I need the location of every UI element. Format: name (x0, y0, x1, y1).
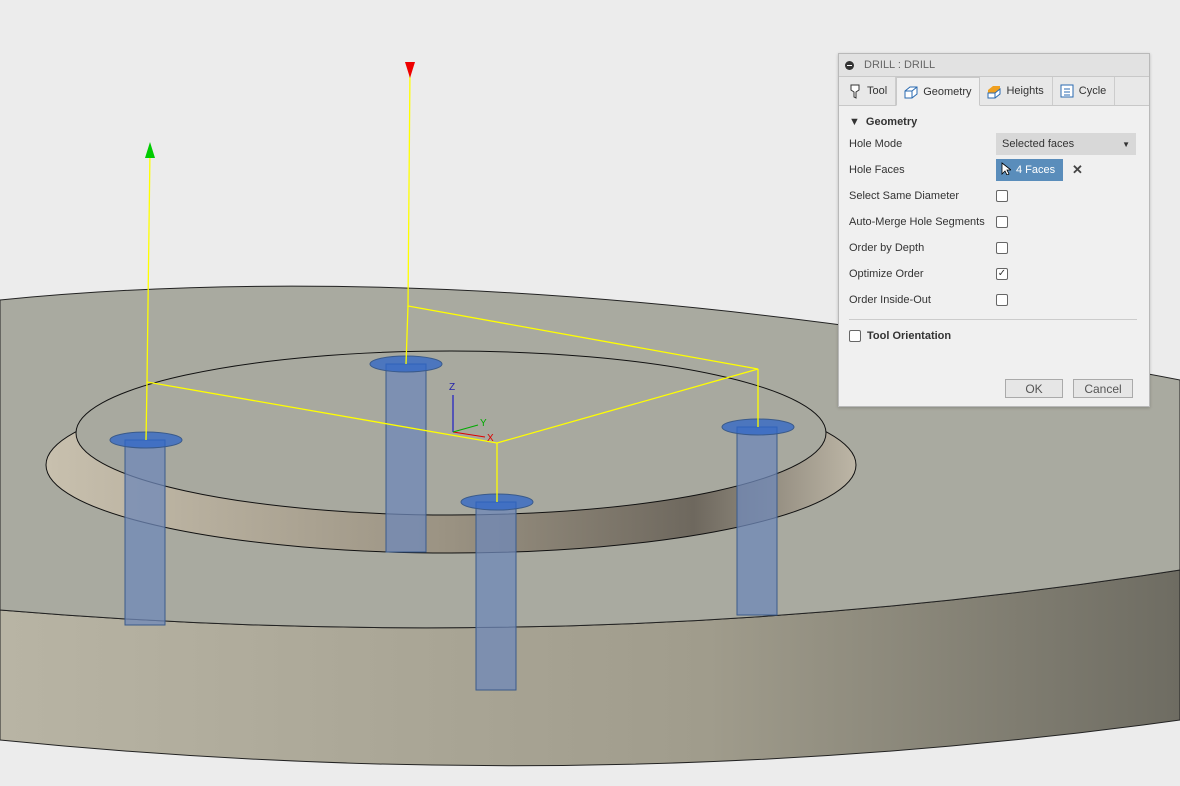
triangle-down-icon: ▼ (849, 116, 860, 128)
axis-z-label: Z (449, 382, 455, 393)
hole-mode-label: Hole Mode (849, 138, 903, 150)
tab-tool[interactable]: Tool (841, 77, 897, 105)
tool-icon (847, 83, 863, 99)
tool-orientation-label: Tool Orientation (867, 330, 952, 342)
option-row: Order Inside-Out (849, 287, 1139, 313)
tab-cycle[interactable]: Cycle (1053, 77, 1116, 105)
tab-heights[interactable]: Heights (980, 77, 1053, 105)
tool-start-marker (145, 142, 155, 158)
option-checkbox[interactable] (996, 216, 1008, 228)
option-row: Auto-Merge Hole Segments (849, 209, 1139, 235)
option-checkbox[interactable] (996, 294, 1008, 306)
hole-mode-select[interactable]: Selected faces ▼ (996, 133, 1136, 155)
collapse-icon[interactable] (845, 60, 854, 70)
geometry-icon (903, 84, 919, 100)
tool-orientation-checkbox[interactable] (849, 330, 861, 342)
option-checkbox[interactable]: ✓ (996, 268, 1008, 280)
option-row: Select Same Diameter (849, 183, 1139, 209)
option-row: Order by Depth (849, 235, 1139, 261)
axis-x-label: X (487, 433, 494, 444)
option-row: Optimize Order ✓ (849, 261, 1139, 287)
chevron-down-icon: ▼ (1122, 139, 1130, 149)
option-label: Auto-Merge Hole Segments (849, 216, 985, 228)
drill-dialog: DRILL : DRILL Tool Geometry Heights Cycl… (838, 53, 1150, 407)
option-label: Select Same Diameter (849, 190, 960, 202)
dialog-title-bar[interactable]: DRILL : DRILL (839, 54, 1149, 77)
cancel-button[interactable]: Cancel (1073, 379, 1133, 398)
hole-faces-label: Hole Faces (849, 164, 905, 176)
clear-selection-icon[interactable]: ✕ (1072, 162, 1083, 178)
option-checkbox[interactable] (996, 242, 1008, 254)
ok-button[interactable]: OK (1005, 379, 1063, 398)
cycle-icon (1059, 83, 1075, 99)
heights-icon (986, 83, 1002, 99)
dialog-title: DRILL : DRILL (864, 59, 936, 71)
geometry-section-header[interactable]: ▼ Geometry (849, 114, 1139, 130)
tab-geometry[interactable]: Geometry (896, 77, 981, 106)
tool-end-marker (405, 62, 415, 78)
option-checkbox[interactable] (996, 190, 1008, 202)
option-label: Order by Depth (849, 242, 925, 254)
option-label: Order Inside-Out (849, 294, 931, 306)
cursor-arrow-icon (1001, 162, 1013, 178)
hole-faces-selection[interactable]: 4 Faces (996, 159, 1063, 181)
option-label: Optimize Order (849, 268, 924, 280)
axis-y-label: Y (480, 418, 487, 429)
